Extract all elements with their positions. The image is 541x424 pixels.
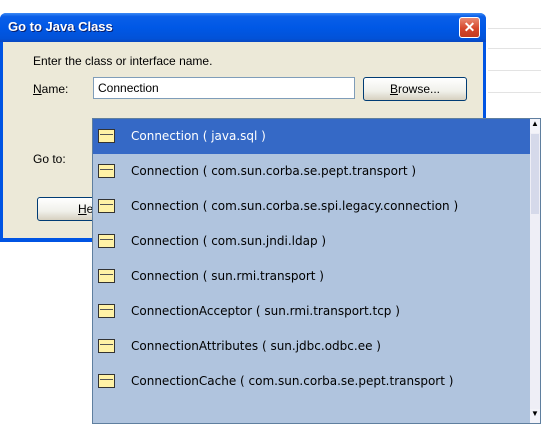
name-label-rest: ame:: [41, 82, 69, 96]
suggestion-label: Connection ( com.sun.corba.se.pept.trans…: [131, 164, 417, 178]
suggestion-label: Connection ( java.sql ): [131, 129, 266, 143]
dialog-title: Go to Java Class: [8, 19, 113, 34]
class-icon: [98, 234, 115, 248]
editor-line: [488, 28, 541, 29]
suggestion-label: ConnectionAcceptor ( sun.rmi.transport.t…: [131, 304, 400, 318]
browse-label-rest: rowse...: [398, 82, 441, 96]
scroll-thumb[interactable]: [531, 134, 539, 214]
list-item[interactable]: Connection ( com.sun.corba.se.spi.legacy…: [93, 189, 532, 224]
go-to-label: Go to:: [33, 152, 66, 166]
class-icon: [98, 269, 115, 283]
list-item[interactable]: ConnectionCache ( com.sun.corba.se.pept.…: [93, 364, 532, 399]
dialog-titlebar[interactable]: Go to Java Class ✕: [0, 13, 486, 42]
browse-button[interactable]: Browse...: [363, 77, 467, 101]
help-mnemonic: H: [78, 202, 87, 216]
class-icon: [98, 339, 115, 353]
class-suggestion-list[interactable]: Connection ( java.sql ) Connection ( com…: [92, 118, 541, 424]
list-item[interactable]: Connection ( com.sun.corba.se.pept.trans…: [93, 154, 532, 189]
list-item[interactable]: Connection ( com.sun.jndi.ldap ): [93, 224, 532, 259]
scroll-up-icon[interactable]: ▲: [530, 119, 540, 133]
scroll-down-icon[interactable]: ▼: [530, 409, 540, 423]
list-item[interactable]: Connection ( sun.rmi.transport ): [93, 259, 532, 294]
list-scrollbar[interactable]: ▲ ▼: [530, 119, 540, 423]
list-item[interactable]: ConnectionAcceptor ( sun.rmi.transport.t…: [93, 294, 532, 329]
suggestion-label: Connection ( com.sun.jndi.ldap ): [131, 234, 327, 248]
class-icon: [98, 374, 115, 388]
close-icon: ✕: [463, 19, 476, 35]
close-button[interactable]: ✕: [459, 17, 480, 38]
instruction-text: Enter the class or interface name.: [33, 54, 213, 68]
list-item[interactable]: Connection ( java.sql ): [93, 119, 532, 154]
class-icon: [98, 199, 115, 213]
editor-line: [488, 70, 541, 71]
editor-line: [488, 48, 541, 49]
class-icon: [98, 304, 115, 318]
list-item[interactable]: ConnectionAttributes ( sun.jdbc.odbc.ee …: [93, 329, 532, 364]
suggestion-label: Connection ( com.sun.corba.se.spi.legacy…: [131, 199, 459, 213]
class-icon: [98, 164, 115, 178]
browse-mnemonic: B: [389, 82, 398, 96]
editor-line: [488, 92, 541, 93]
class-icon: [98, 129, 115, 143]
name-label: Name:: [33, 82, 69, 96]
suggestion-label: ConnectionAttributes ( sun.jdbc.odbc.ee …: [131, 339, 381, 353]
suggestion-label: ConnectionCache ( com.sun.corba.se.pept.…: [131, 374, 454, 388]
class-name-input[interactable]: Connection: [93, 77, 355, 99]
suggestion-label: Connection ( sun.rmi.transport ): [131, 269, 324, 283]
